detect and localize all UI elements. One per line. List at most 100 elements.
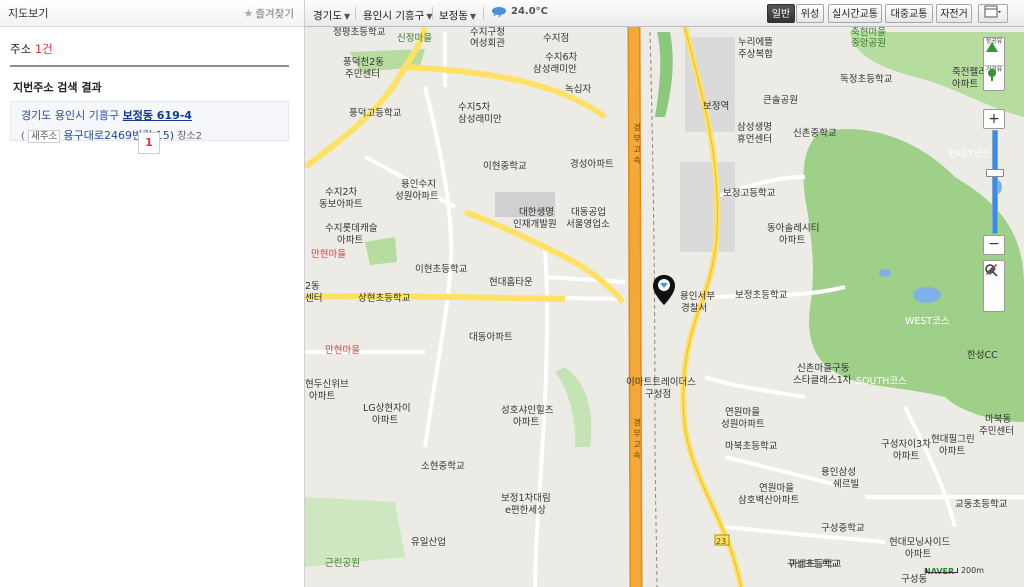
view-mode-box: 항공뷰 거리뷰	[983, 37, 1005, 91]
map-label: e편한세상	[505, 505, 546, 516]
paren-open: (	[21, 131, 25, 142]
map-pin-icon	[653, 275, 675, 305]
zoom-slider-track[interactable]	[992, 130, 998, 234]
map-label: 성원아파트	[395, 191, 439, 202]
page-1-button[interactable]: 1	[138, 132, 160, 154]
map-label: 삼성래미안	[533, 64, 577, 75]
map-label: 풍덕천2동	[343, 57, 385, 68]
map-label: SOUTH코스	[856, 376, 907, 387]
eraser-icon	[987, 266, 996, 275]
map-normal-button[interactable]: 일반	[767, 4, 795, 23]
map-label: 대동아파트	[469, 332, 513, 343]
divider	[483, 7, 484, 20]
weather-widget[interactable]: 24.0°C	[491, 5, 548, 17]
map-label: 구성자이3차	[881, 439, 931, 450]
map-label: 현대홈타운	[489, 277, 533, 288]
map-label: 대동공업	[571, 207, 606, 218]
map-label: 아파트	[952, 79, 979, 90]
map-label: 큰솔공원	[763, 95, 798, 106]
map-label: 여성회관	[470, 38, 505, 49]
green-strip	[655, 32, 673, 117]
address-count: 1건	[34, 42, 53, 56]
road-label: 경부고속	[633, 123, 641, 165]
map-label: 경성아파트	[570, 159, 614, 170]
street-view-icon	[988, 69, 996, 81]
zoom-in-button[interactable]: +	[983, 109, 1005, 129]
realtime-traffic-button[interactable]: 실시간교통	[828, 4, 882, 23]
map-toolbar: 경기도 ▼ 용인시 기흥구 ▼ 보정동 ▼ 24.0°C 일반 위성 실시간교통 대중…	[305, 0, 1024, 27]
temperature: 24.0°C	[511, 5, 549, 17]
sidebar-header: 지도보기 ★ 즐겨찾기	[0, 0, 304, 27]
map-label: 보정초등학교	[735, 290, 788, 301]
crumb-dong[interactable]: 보정동 ▼	[439, 8, 476, 23]
map-label: 마성초등학교	[789, 559, 842, 570]
map-label: 독정초등학교	[840, 74, 893, 85]
divider	[355, 7, 356, 20]
map-label: 수지2차	[325, 187, 358, 198]
map-label: 삼성래미안	[458, 114, 502, 125]
crumb-province[interactable]: 경기도 ▼	[313, 8, 350, 23]
star-icon: ★	[243, 6, 254, 20]
map-label: 대한생명	[519, 207, 554, 218]
result-address[interactable]: 경기도 용인시 기흥구 보정동 619-4	[21, 107, 288, 123]
map-label: 이마트트레이더스	[626, 377, 696, 388]
map-label: 보정역	[703, 101, 730, 112]
map-label: 수지5차	[458, 102, 491, 113]
map-label: 아파트	[893, 451, 920, 462]
pond	[913, 287, 941, 303]
map-label: 축현마을	[851, 27, 886, 38]
chevron-down-icon: ▼	[469, 12, 477, 21]
aerial-view-button[interactable]: 항공뷰	[984, 38, 1004, 66]
map-label: 주민센터	[345, 69, 380, 80]
map-label: 마북초등학교	[725, 441, 778, 452]
layout-button[interactable]	[978, 4, 1008, 23]
favorite-button[interactable]: ★ 즐겨찾기	[243, 6, 294, 21]
street-view-button[interactable]: 거리뷰	[984, 66, 1004, 93]
scale-label: 200m	[960, 566, 984, 575]
map-label: WEST코스	[905, 316, 950, 327]
zoom-slider-handle[interactable]	[986, 169, 1004, 177]
gyeongbu-expressway	[629, 27, 641, 587]
map-label: 아파트	[905, 549, 932, 560]
map-label: 삼호벽산아파트	[738, 495, 800, 506]
map-label: 신정마을	[397, 33, 432, 44]
map-label: LG상현자이	[363, 403, 411, 414]
aerial-view-icon	[986, 42, 998, 52]
public-transit-button[interactable]: 대중교통	[885, 4, 933, 23]
map-label: 연원마을	[725, 407, 760, 418]
map-label: 구성점	[645, 389, 672, 400]
bicycle-button[interactable]: 자전거	[936, 4, 972, 23]
plus-icon: +	[988, 111, 1000, 127]
eraser-tool-button[interactable]	[984, 266, 1004, 312]
green-patch	[305, 497, 405, 567]
map-satellite-button[interactable]: 위성	[796, 4, 824, 23]
map-label: 누리에뜰	[738, 37, 773, 48]
map-label: 주민센터	[979, 426, 1014, 437]
map-label: 동아솔레시티	[767, 223, 820, 234]
building-block	[680, 162, 735, 252]
location-pin[interactable]	[652, 274, 676, 306]
map-label: 신촌중학교	[793, 128, 837, 139]
map-label: 현대모닝사이드	[889, 537, 951, 548]
map-label: 중앙공원	[851, 38, 886, 49]
scale-bar: 200m	[926, 566, 984, 575]
map-label: 보정고등학교	[723, 188, 776, 199]
cloud-rain-icon	[492, 7, 506, 17]
map-label: 주상복합	[738, 49, 773, 60]
map-label: 용인서부	[680, 291, 715, 302]
new-address-tag: 새주소	[28, 130, 61, 143]
map-label: 녹십자	[565, 84, 592, 95]
result-highlight[interactable]: 보정동 619-4	[123, 109, 192, 122]
map-canvas[interactable]: 정평초등학교 신정마을 수지구청 여성회관 수지점 축현마을 중앙공원 풍덕천2…	[305, 27, 1024, 587]
zoom-control: 항공뷰 거리뷰 + −	[983, 37, 1005, 315]
result-prefix: 경기도 용인시 기흥구	[21, 109, 120, 122]
place-count[interactable]: 장소2	[177, 131, 202, 142]
divider	[432, 7, 433, 20]
map-label: 풍덕고등학교	[349, 108, 402, 119]
crumb-city[interactable]: 용인시 기흥구 ▼	[363, 8, 432, 23]
ruler-tool-button[interactable]	[984, 264, 1004, 295]
map-label: 연원마을	[759, 483, 794, 494]
zoom-out-button[interactable]: −	[983, 235, 1005, 255]
favorite-label: 즐겨찾기	[255, 7, 294, 20]
map-label: 2동	[305, 281, 320, 292]
